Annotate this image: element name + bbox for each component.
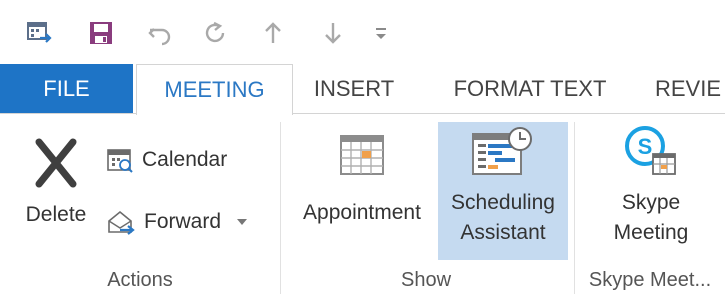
appointment-button[interactable]: Appointment bbox=[289, 122, 435, 260]
scheduling-label-line2: Assistant bbox=[460, 221, 546, 244]
calendar-button[interactable]: Calendar bbox=[106, 144, 227, 176]
forward-button[interactable]: Forward bbox=[106, 205, 249, 239]
tab-file[interactable]: FILE bbox=[0, 64, 133, 114]
skype-label-line1: Skype bbox=[621, 191, 681, 214]
ribbon-body: Delete Calendar Forward Actions Appointm… bbox=[0, 113, 725, 299]
tab-insert[interactable]: INSERT bbox=[298, 64, 410, 114]
next-item-icon[interactable] bbox=[316, 16, 350, 50]
tab-review[interactable]: REVIE bbox=[655, 64, 725, 114]
undo-icon[interactable] bbox=[143, 16, 177, 50]
group-label-actions: Actions bbox=[107, 269, 173, 291]
previous-item-icon[interactable] bbox=[256, 16, 290, 50]
scheduling-assistant-icon bbox=[472, 127, 532, 175]
svg-text:S: S bbox=[638, 134, 653, 159]
ribbon-tabs: FILE MEETING INSERT FORMAT TEXT REVIE bbox=[0, 64, 725, 115]
calendar-label: Calendar bbox=[142, 148, 228, 171]
tab-meeting[interactable]: MEETING bbox=[136, 64, 293, 115]
delete-label: Delete bbox=[25, 203, 87, 226]
customize-dropdown-icon[interactable] bbox=[364, 16, 398, 50]
forward-icon bbox=[108, 210, 135, 235]
forward-dropdown-icon[interactable] bbox=[235, 217, 249, 227]
quick-access-toolbar bbox=[0, 0, 725, 64]
redo-icon[interactable] bbox=[198, 16, 232, 50]
skype-label-line2: Meeting bbox=[613, 221, 689, 244]
scheduling-assistant-button[interactable]: Scheduling Assistant bbox=[438, 122, 568, 260]
appointment-label: Appointment bbox=[303, 201, 421, 224]
group-label-skype: Skype Meet... bbox=[588, 269, 712, 291]
save-icon[interactable] bbox=[84, 16, 118, 50]
forward-label: Forward bbox=[144, 210, 222, 233]
group-label-show: Show bbox=[400, 269, 452, 291]
skype-meeting-icon: S bbox=[625, 126, 676, 175]
calendar-icon bbox=[107, 149, 133, 173]
appointment-icon bbox=[340, 135, 384, 175]
delete-x-icon bbox=[35, 138, 77, 188]
calendar-window-icon[interactable] bbox=[22, 16, 56, 50]
delete-button[interactable]: Delete bbox=[16, 132, 96, 252]
scheduling-label-line1: Scheduling bbox=[451, 191, 555, 214]
skype-meeting-button[interactable]: S Skype Meeting bbox=[586, 122, 716, 260]
tab-format-text[interactable]: FORMAT TEXT bbox=[430, 64, 630, 114]
